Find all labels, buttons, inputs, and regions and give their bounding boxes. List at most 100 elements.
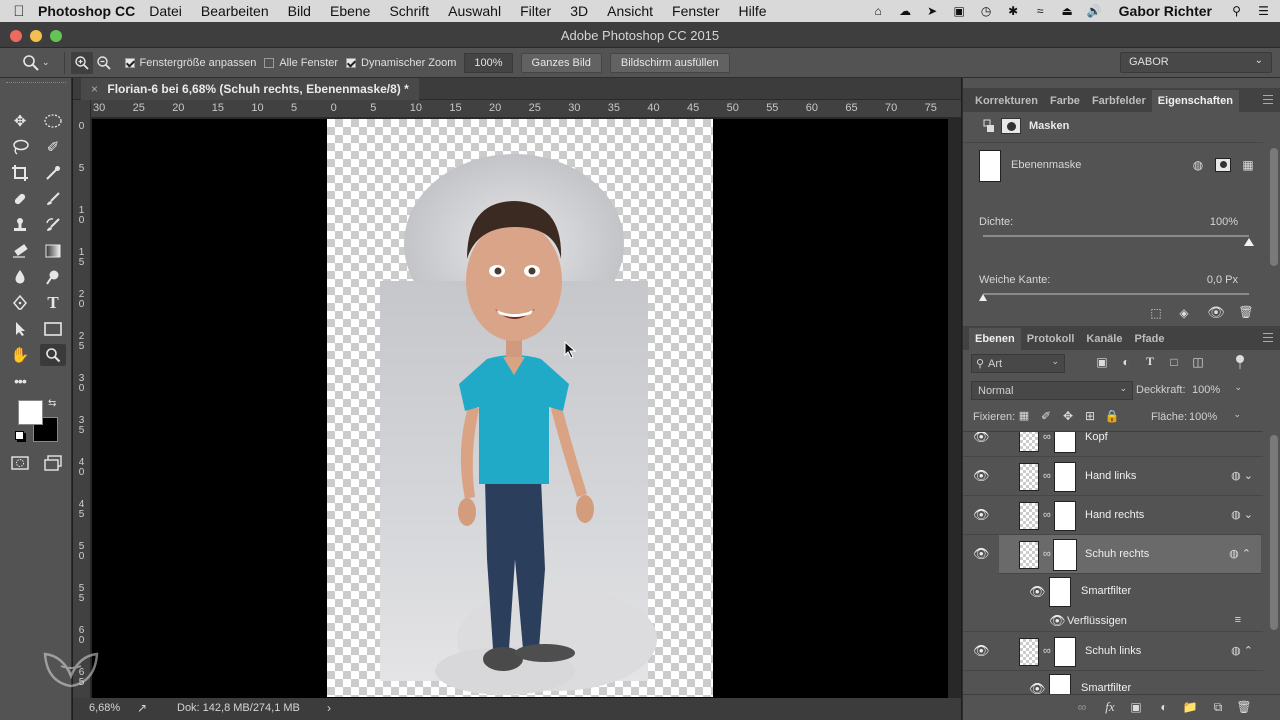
apply-mask-icon[interactable]: ◈ bbox=[1175, 306, 1193, 320]
hand-tool-icon[interactable]: ✋ bbox=[7, 344, 33, 366]
screen-mode-icon[interactable] bbox=[40, 452, 66, 474]
eye-icon[interactable]: 👁 bbox=[1029, 584, 1046, 600]
layer-mask-thumbnail-active[interactable] bbox=[1053, 539, 1077, 571]
layer-row-verfluessigen[interactable]: 👁 Verflüssigen ≡ bbox=[963, 610, 1263, 632]
eye-icon[interactable]: 👁 bbox=[973, 546, 990, 562]
tab-farbfelder[interactable]: Farbfelder bbox=[1086, 90, 1152, 112]
time-machine-icon[interactable]: ◷ bbox=[978, 4, 995, 18]
share-icon[interactable]: ↗ bbox=[137, 701, 147, 715]
eye-icon[interactable]: 👁 bbox=[973, 643, 990, 659]
notification-list-icon[interactable]: ☰ bbox=[1255, 4, 1272, 18]
opacity-field[interactable]: 100% ⌄ bbox=[1190, 381, 1246, 400]
lock-position-icon[interactable]: ✥ bbox=[1059, 409, 1077, 423]
layer-mask-thumbnail[interactable] bbox=[1054, 462, 1076, 492]
panel-menu-icon[interactable] bbox=[1263, 333, 1273, 342]
delete-layer-icon[interactable]: 🗑 bbox=[1235, 700, 1253, 714]
layer-mask-thumbnail[interactable] bbox=[1054, 432, 1076, 453]
brush-tool-icon[interactable] bbox=[40, 188, 66, 210]
crop-tool-icon[interactable] bbox=[7, 162, 33, 184]
new-group-icon[interactable]: 📁 bbox=[1181, 700, 1199, 714]
eyedropper-tool-icon[interactable] bbox=[40, 162, 66, 184]
menu-bearbeiten[interactable]: Bearbeiten bbox=[201, 3, 269, 19]
smart-filter-mask-thumbnail[interactable] bbox=[1049, 674, 1071, 694]
layer-mask-icon[interactable] bbox=[1001, 118, 1021, 134]
eye-icon[interactable]: 👁 bbox=[1029, 681, 1046, 694]
move-tool-icon[interactable]: ✥ bbox=[7, 110, 33, 132]
layer-row-smartfilter[interactable]: 👁 Smartfilter bbox=[963, 671, 1263, 694]
canvas[interactable] bbox=[92, 119, 948, 698]
density-slider-track[interactable] bbox=[983, 235, 1249, 237]
eye-icon[interactable]: 👁 bbox=[1049, 613, 1066, 629]
smart-filter-toggle-icon[interactable]: ◍ ⌃ bbox=[1229, 547, 1251, 560]
tab-ebenen[interactable]: Ebenen bbox=[969, 328, 1021, 350]
lock-image-pixels-icon[interactable]: ✐ bbox=[1037, 409, 1055, 423]
add-mask-icon[interactable]: ▣ bbox=[1127, 700, 1145, 714]
filter-type-layers-icon[interactable]: T bbox=[1141, 354, 1159, 369]
new-layer-icon[interactable]: ⧉ bbox=[1209, 700, 1227, 715]
wifi-icon[interactable]: ≈ bbox=[1032, 4, 1049, 18]
filter-blending-options-icon[interactable]: ≡ bbox=[1235, 614, 1241, 626]
layers-scrollbar[interactable] bbox=[1270, 435, 1278, 630]
eraser-tool-icon[interactable] bbox=[7, 240, 33, 262]
add-pixel-mask-icon[interactable] bbox=[1215, 158, 1231, 172]
feather-value[interactable]: 0,0 Px bbox=[1207, 274, 1238, 286]
dynamic-zoom-checkbox[interactable] bbox=[346, 57, 357, 68]
cloud-icon[interactable]: ☁ bbox=[897, 4, 914, 18]
zoom-level[interactable]: 6,68% bbox=[89, 702, 120, 714]
mask-thumbnail[interactable] bbox=[979, 150, 1001, 182]
link-icon[interactable]: ∞ bbox=[1043, 645, 1051, 657]
type-tool-icon[interactable]: T bbox=[40, 292, 66, 314]
layer-row-hand-links[interactable]: 👁 ∞ Hand links ◍ ⌄ bbox=[963, 457, 1263, 496]
lock-artboard-icon[interactable]: ⊞ bbox=[1081, 409, 1099, 423]
menu-filter[interactable]: Filter bbox=[520, 3, 551, 19]
default-colors-icon[interactable] bbox=[15, 431, 24, 440]
density-slider-knob[interactable] bbox=[1244, 238, 1254, 246]
feather-slider-knob[interactable] bbox=[979, 294, 987, 301]
lock-transparent-pixels-icon[interactable]: ▦ bbox=[1015, 409, 1033, 422]
add-vector-mask-icon[interactable]: ▦ bbox=[1239, 158, 1257, 172]
tab-korrekturen[interactable]: Korrekturen bbox=[969, 90, 1044, 112]
all-windows-checkbox[interactable] bbox=[264, 57, 275, 68]
user-name[interactable]: Gabor Richter bbox=[1119, 3, 1212, 19]
feather-slider-track[interactable] bbox=[983, 293, 1249, 295]
menu-fenster[interactable]: Fenster bbox=[672, 3, 719, 19]
forward-icon[interactable]: ➤ bbox=[924, 4, 941, 18]
menu-datei[interactable]: Datei bbox=[149, 3, 182, 19]
image-artboard[interactable] bbox=[327, 119, 713, 697]
eye-icon[interactable]: 👁 bbox=[973, 432, 990, 445]
link-icon[interactable]: ∞ bbox=[1043, 548, 1051, 560]
filter-smart-objects-icon[interactable]: ◫ bbox=[1189, 355, 1207, 369]
zoom-tool-icon[interactable] bbox=[40, 344, 66, 366]
lasso-tool-icon[interactable] bbox=[7, 136, 33, 158]
gradient-tool-icon[interactable] bbox=[40, 240, 66, 262]
chevron-down-icon[interactable]: ⌄ bbox=[42, 57, 50, 68]
lock-all-icon[interactable]: 🔒 bbox=[1103, 409, 1121, 423]
tab-protokoll[interactable]: Protokoll bbox=[1021, 328, 1081, 350]
close-tab-icon[interactable]: × bbox=[91, 82, 98, 96]
fit-screen-button[interactable]: Ganzes Bild bbox=[520, 52, 602, 73]
zoom-in-icon[interactable] bbox=[70, 51, 93, 74]
volume-icon[interactable]: 🔊 bbox=[1086, 4, 1103, 18]
eject-icon[interactable]: ⏏ bbox=[1059, 4, 1076, 18]
horizontal-ruler[interactable]: 30 25 20 15 10 5 0 5 10 15 20 25 30 35 40 45 50 55 60 65 70 7… bbox=[91, 100, 961, 118]
document-tab[interactable]: × Florian-6 bei 6,68% (Schuh rechts, Ebe… bbox=[81, 78, 419, 100]
more-tools-icon[interactable]: ••• bbox=[7, 370, 33, 392]
rectangle-tool-icon[interactable] bbox=[40, 318, 66, 340]
layer-row-kopf[interactable]: 👁 ∞ Kopf bbox=[963, 432, 1263, 457]
menu-bild[interactable]: Bild bbox=[288, 3, 311, 19]
fit-window-checkbox[interactable] bbox=[124, 57, 135, 68]
layer-row-schuh-links[interactable]: 👁 ∞ Schuh links ◍ ⌃ bbox=[963, 632, 1263, 671]
layer-name[interactable]: Hand links bbox=[1085, 470, 1136, 482]
filter-toggle-icon[interactable] bbox=[1235, 355, 1245, 369]
smart-filter-mask-thumbnail[interactable] bbox=[1049, 577, 1071, 607]
marquee-tool-icon[interactable] bbox=[40, 110, 66, 132]
swap-colors-icon[interactable]: ⇆ bbox=[48, 398, 56, 409]
layer-name[interactable]: Schuh rechts bbox=[1085, 548, 1149, 560]
layer-name[interactable]: Schuh links bbox=[1085, 645, 1141, 657]
menu-auswahl[interactable]: Auswahl bbox=[448, 3, 501, 19]
search-icon[interactable]: ⚲ bbox=[1228, 4, 1245, 18]
load-selection-icon[interactable]: ⬚ bbox=[1147, 306, 1165, 320]
layer-name[interactable]: Smartfilter bbox=[1081, 682, 1131, 694]
path-selection-tool-icon[interactable] bbox=[7, 318, 33, 340]
eye-icon[interactable]: 👁 bbox=[973, 468, 990, 484]
